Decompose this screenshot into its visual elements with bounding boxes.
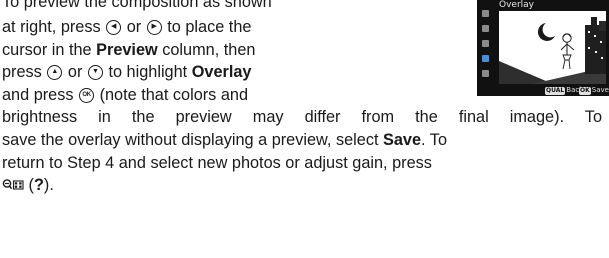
paren-close: ). <box>43 176 54 195</box>
text-line-3: cursor in the Preview column, then <box>2 39 386 62</box>
text-line-2-c: to place the <box>167 18 252 36</box>
text-line-3-c: column, then <box>162 40 256 59</box>
save-label: Save <box>591 86 609 94</box>
back-button-hint: QUAL Back <box>545 85 583 95</box>
multi-selector-down-icon <box>87 65 103 81</box>
text-line-3-a: cursor in the <box>2 40 92 59</box>
text-line-1-content: To preview the composition as shown <box>2 0 272 11</box>
overlay-preview-image <box>499 11 606 84</box>
text-line-4: press or to highlight Overlay <box>2 61 386 84</box>
text-line-5-b: (note that colors and <box>99 85 249 104</box>
ok-button-icon <box>79 87 95 103</box>
multi-selector-up-icon <box>47 65 63 81</box>
text-line-4-a: press <box>2 63 42 82</box>
overlay-keyword: Overlay <box>191 63 252 82</box>
text-line-7-c: . To <box>421 130 447 149</box>
ok-key-icon: OK <box>579 87 591 95</box>
multi-selector-left-icon <box>106 20 122 35</box>
text-line-8: return to Step 4 and select new photos o… <box>2 153 432 172</box>
text-line-7-a: save the overlay without displaying a pr… <box>2 130 379 149</box>
retouch-menu-icon <box>482 55 489 62</box>
playback-menu-icon <box>482 10 489 17</box>
shooting-menu-icon <box>482 25 489 32</box>
text-line-2: at right, press or to place the <box>2 16 386 39</box>
text-line-9: (?). <box>2 174 602 197</box>
text-line-6: brightness in the preview may differ fro… <box>2 108 602 127</box>
save-keyword: Save <box>383 130 422 149</box>
preview-keyword: Preview <box>96 40 158 59</box>
text-line-5: and press (note that colors and <box>2 84 386 107</box>
save-button-hint: OK Save <box>579 85 609 95</box>
setup-menu-icon <box>482 40 489 47</box>
text-line-2-b: or <box>126 18 142 36</box>
text-line-5-a: and press <box>2 85 74 104</box>
text-line-2-a: at right, press <box>2 18 101 36</box>
screen-title: Overlay <box>499 0 534 10</box>
zoom-out-thumbnail-icon <box>2 178 24 192</box>
text-line-4-c: to highlight <box>108 63 188 82</box>
recent-settings-icon <box>482 70 489 77</box>
multi-selector-right-icon <box>146 20 162 35</box>
text-line-4-b: or <box>67 63 83 82</box>
menu-tab-icons <box>480 10 492 85</box>
back-key-icon: QUAL <box>545 87 566 95</box>
text-line-7: save the overlay without displaying a pr… <box>2 129 602 152</box>
camera-screen-illustration: Overlay QUAL Back OK Save <box>477 0 609 96</box>
help-keyword: ? <box>33 176 44 195</box>
